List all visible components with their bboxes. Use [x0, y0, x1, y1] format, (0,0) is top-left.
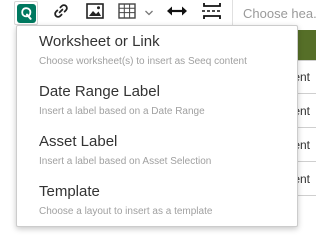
menu-item-worksheet-or-link[interactable]: Worksheet or Link Choose worksheet(s) to… — [17, 33, 297, 68]
page-break-button[interactable] — [200, 1, 224, 25]
image-icon — [86, 2, 104, 24]
menu-item-date-range-label[interactable]: Date Range Label Insert a label based on… — [17, 83, 297, 118]
menu-item-title: Asset Label — [39, 133, 118, 150]
menu-item-description: Insert a label based on a Date Range — [39, 106, 205, 117]
menu-item-description: Choose worksheet(s) to insert as Seeq co… — [39, 56, 247, 67]
menu-item-template[interactable]: Template Choose a layout to insert as a … — [17, 183, 297, 218]
insert-link-button[interactable] — [50, 1, 72, 25]
link-icon — [52, 2, 70, 25]
insert-table-button[interactable] — [116, 1, 138, 25]
insert-seeq-content-button[interactable] — [14, 1, 38, 25]
menu-item-title: Template — [39, 183, 100, 200]
horizontal-resize-icon — [166, 4, 188, 22]
menu-item-asset-label[interactable]: Asset Label Insert a label based on Asse… — [17, 133, 297, 168]
insert-seeq-content-menu: Worksheet or Link Choose worksheet(s) to… — [16, 25, 298, 227]
seeq-logo-icon — [16, 3, 36, 23]
heading-format-select[interactable]: Choose hea... — [233, 0, 316, 26]
insert-image-button[interactable] — [84, 1, 106, 25]
menu-item-description: Insert a label based on Asset Selection — [39, 156, 212, 167]
table-options-dropdown[interactable] — [142, 1, 156, 25]
horizontal-line-button[interactable] — [165, 1, 189, 25]
menu-item-title: Worksheet or Link — [39, 33, 160, 50]
menu-item-description: Choose a layout to insert as a template — [39, 206, 213, 217]
vertical-split-icon — [201, 1, 223, 26]
heading-select-placeholder: Choose hea... — [243, 5, 316, 21]
menu-item-title: Date Range Label — [39, 83, 160, 100]
chevron-down-icon — [144, 4, 154, 22]
editor-toolbar: Choose hea... — [0, 0, 316, 26]
table-icon — [118, 2, 136, 24]
